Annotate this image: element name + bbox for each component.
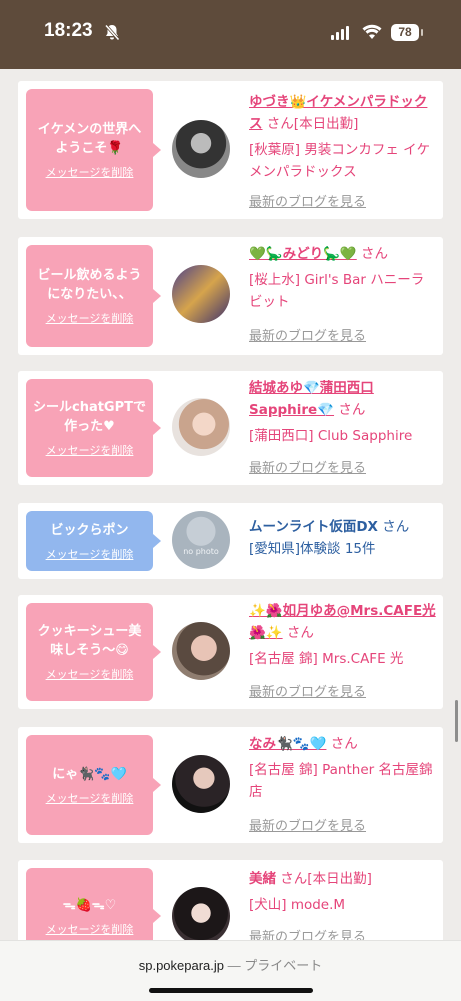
latest-blog-link[interactable]: 最新のブログを見る [249, 926, 366, 940]
latest-blog-link[interactable]: 最新のブログを見る [249, 815, 366, 834]
delete-message-link[interactable]: メッセージを削除 [46, 546, 134, 562]
wifi-icon [362, 24, 382, 44]
message-card: イケメンの世界へようこそ🌹 メッセージを削除 ゆづき👑イケメンパラドックス さん… [18, 81, 443, 219]
delete-message-link[interactable]: メッセージを削除 [46, 666, 134, 682]
shop-name: [秋葉原] 男装コンカフェ イケメンパラドックス [249, 142, 431, 180]
cast-info: ムーンライト仮面DX さん [愛知県]体験談 15件 [249, 516, 437, 560]
honorific: さん [266, 116, 294, 132]
delete-message-link[interactable]: メッセージを削除 [46, 310, 134, 326]
message-bubble: クッキーシュー美味しそう〜😋 メッセージを削除 [26, 603, 161, 701]
message-card: クッキーシュー美味しそう〜😋 メッセージを削除 ✨🌺如月ゆあ@Mrs.CAFE光… [18, 595, 443, 709]
cast-info: 美緒 さん[本日出勤] [犬山] mode.M [249, 868, 437, 916]
private-mode-label: プライベート [244, 958, 323, 973]
separator: — [224, 958, 245, 973]
delete-message-link[interactable]: メッセージを削除 [46, 921, 134, 937]
message-card: にゃ🐈‍⬛🐾🩵 メッセージを削除 なみ🐈‍⬛🐾🩵 さん [名古屋 錦] Pant… [18, 727, 443, 843]
cast-info: 💚🦕みどり🦕💚 さん [桜上水] Girl's Bar ハニーラビット [249, 243, 437, 313]
honorific: さん [338, 402, 366, 418]
message-card: ビール飲めるようになりたい、、 メッセージを削除 💚🦕みどり🦕💚 さん [桜上水… [18, 237, 443, 355]
home-indicator[interactable] [149, 988, 313, 993]
battery-icon: 78 [391, 24, 423, 41]
latest-blog-link[interactable]: 最新のブログを見る [249, 325, 366, 344]
cast-info: ゆづき👑イケメンパラドックス さん[本日出勤] [秋葉原] 男装コンカフェ イケ… [249, 91, 437, 183]
cast-info: 結城あゆ💎蒲田西口Sapphire💎 さん [蒲田西口] Club Sapphi… [249, 377, 437, 447]
avatar[interactable] [172, 120, 230, 178]
message-list[interactable]: イケメンの世界へようこそ🌹 メッセージを削除 ゆづき👑イケメンパラドックス さん… [0, 69, 461, 940]
message-bubble: シールchatGPTで作った♥ メッセージを削除 [26, 379, 161, 477]
message-bubble: にゃ🐈‍⬛🐾🩵 メッセージを削除 [26, 735, 161, 835]
message-bubble: イケメンの世界へようこそ🌹 メッセージを削除 [26, 89, 161, 211]
latest-blog-link[interactable]: 最新のブログを見る [249, 457, 366, 476]
message-card: ビックらポン メッセージを削除 no photo ムーンライト仮面DX さん [… [18, 503, 443, 579]
cast-name-link[interactable]: 💚🦕みどり🦕💚 [249, 246, 357, 262]
shop-name: [桜上水] Girl's Bar ハニーラビット [249, 272, 425, 310]
cast-info: ✨🌺如月ゆあ@Mrs.CAFE光🌺✨ さん [名古屋 錦] Mrs.CAFE 光 [249, 600, 437, 670]
avatar[interactable] [172, 265, 230, 323]
honorific: さん [382, 519, 410, 535]
delete-message-link[interactable]: メッセージを削除 [46, 442, 134, 458]
shop-name: [名古屋 錦] Panther 名古屋錦店 [249, 762, 433, 800]
browser-address-bar[interactable]: sp.pokepara.jp — プライベート [0, 940, 461, 1001]
scrollbar-thumb[interactable] [455, 700, 458, 742]
message-card: ᯓ🍓ᯓ♡ メッセージを削除 美緒 さん[本日出勤] [犬山] mode.M 最新… [18, 860, 443, 940]
message-text: ビール飲めるようになりたい、、 [37, 268, 142, 302]
status-bar: 18:23 78 [0, 0, 461, 69]
cellular-signal-icon [331, 26, 349, 40]
delete-message-link[interactable]: メッセージを削除 [46, 790, 134, 806]
on-duty-badge: [本日出勤] [307, 871, 372, 887]
avatar[interactable] [172, 622, 230, 680]
avatar[interactable] [172, 887, 230, 940]
message-bubble: ᯓ🍓ᯓ♡ メッセージを削除 [26, 868, 161, 940]
delete-message-link[interactable]: メッセージを削除 [46, 164, 134, 180]
message-text: シールchatGPTで作った♥ [32, 400, 146, 434]
url-display[interactable]: sp.pokepara.jp — プライベート [0, 955, 461, 974]
cast-name-link[interactable]: なみ🐈‍⬛🐾🩵 [249, 736, 326, 752]
avatar[interactable] [172, 755, 230, 813]
on-duty-badge: [本日出勤] [293, 116, 359, 132]
cast-name-link[interactable]: ✨🌺如月ゆあ@Mrs.CAFE光🌺✨ [249, 603, 436, 641]
no-photo-label: no photo [183, 547, 219, 556]
message-text: クッキーシュー美味しそう〜😋 [37, 624, 142, 658]
honorific: さん [286, 625, 314, 641]
cast-name-link[interactable]: 美緒 [249, 871, 276, 887]
honorific: さん [280, 871, 308, 887]
honorific: さん [330, 736, 358, 752]
message-text: ビックらポン [50, 522, 129, 538]
shop-name: [犬山] mode.M [249, 897, 346, 913]
cast-name-link[interactable]: ムーンライト仮面DX [249, 519, 378, 535]
shop-name: [名古屋 錦] Mrs.CAFE 光 [249, 651, 404, 667]
honorific: さん [361, 246, 389, 262]
shop-name: [愛知県]体験談 15件 [249, 541, 376, 557]
message-card: シールchatGPTで作った♥ メッセージを削除 結城あゆ💎蒲田西口Sapphi… [18, 371, 443, 485]
domain-text: sp.pokepara.jp [138, 958, 225, 973]
message-bubble: ビックらポン メッセージを削除 [26, 511, 161, 571]
message-text: イケメンの世界へようこそ🌹 [37, 122, 142, 156]
message-text: ᯓ🍓ᯓ♡ [62, 897, 117, 913]
latest-blog-link[interactable]: 最新のブログを見る [249, 681, 366, 700]
bell-muted-icon [104, 24, 120, 45]
latest-blog-link[interactable]: 最新のブログを見る [249, 191, 366, 210]
cast-info: なみ🐈‍⬛🐾🩵 さん [名古屋 錦] Panther 名古屋錦店 [249, 733, 437, 803]
clock: 18:23 [44, 20, 93, 41]
message-text: にゃ🐈‍⬛🐾🩵 [52, 766, 127, 782]
shop-name: [蒲田西口] Club Sapphire [249, 428, 413, 444]
avatar[interactable] [172, 398, 230, 456]
message-bubble: ビール飲めるようになりたい、、 メッセージを削除 [26, 245, 161, 347]
avatar[interactable]: no photo [172, 511, 230, 569]
